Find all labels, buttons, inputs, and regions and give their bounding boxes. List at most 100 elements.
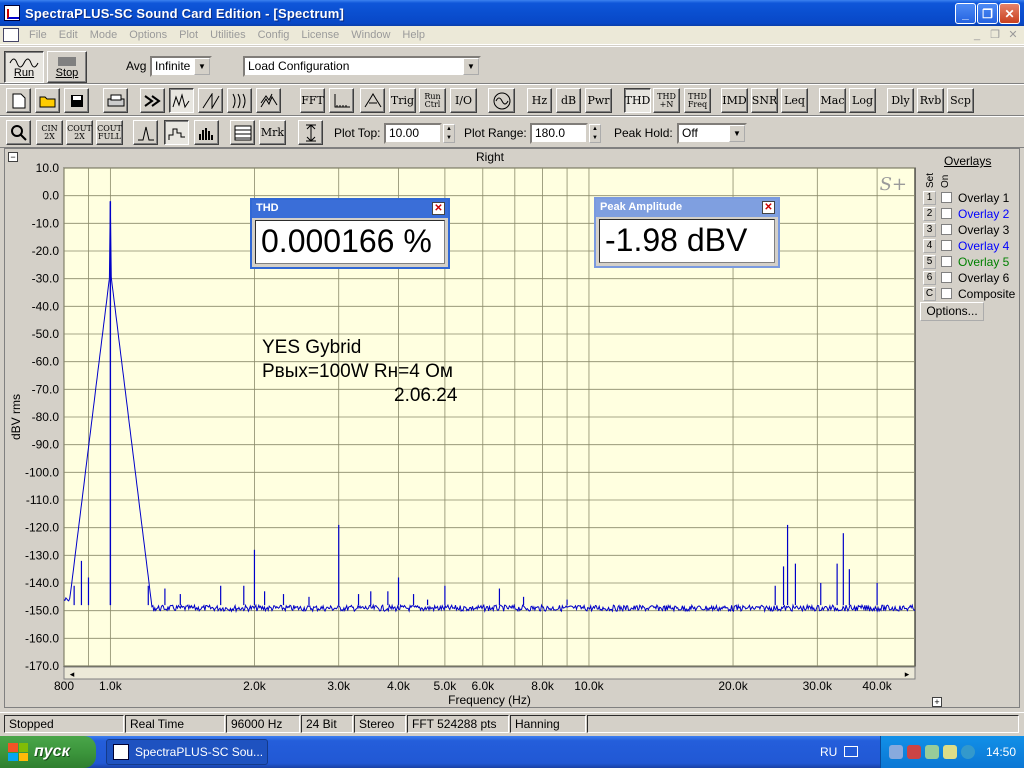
- menu-mode[interactable]: Mode: [84, 29, 124, 41]
- run-ctrl-button[interactable]: Run Ctrl: [419, 88, 446, 113]
- spectrum-chart[interactable]: 10.0 0.0 -10.0 -20.0 -30.0 -40.0 -50.0 -60.0 -70…: [0, 160, 1024, 712]
- log-button[interactable]: Log: [849, 88, 876, 113]
- new-button[interactable]: [6, 88, 31, 113]
- menu-file[interactable]: File: [23, 29, 53, 41]
- overlay-set-button[interactable]: 3: [923, 222, 936, 237]
- zoom-out-button[interactable]: COUT 2X: [66, 120, 93, 145]
- peak-amplitude-window[interactable]: Peak Amplitude ✕ -1.98 dBV: [594, 197, 780, 268]
- thd-window-title-bar[interactable]: THD ✕: [252, 200, 448, 218]
- thd-window[interactable]: THD ✕ 0.000166 %: [250, 198, 450, 269]
- fft-button[interactable]: FFT: [300, 88, 325, 113]
- scale-button[interactable]: [329, 88, 354, 113]
- overlay-set-button[interactable]: 1: [923, 190, 936, 205]
- line-plot-button[interactable]: [133, 120, 158, 145]
- leq-button[interactable]: Leq: [781, 88, 808, 113]
- zoom-button[interactable]: [6, 120, 31, 145]
- overlay-set-button[interactable]: 2: [923, 206, 936, 221]
- run-button[interactable]: Run: [4, 51, 44, 83]
- rvb-button[interactable]: Rvb: [917, 88, 944, 113]
- thd-freq-button[interactable]: THD Freq: [684, 88, 711, 113]
- avg-select[interactable]: Infinite ▼: [150, 56, 212, 77]
- open-button[interactable]: [35, 88, 60, 113]
- security-icon[interactable]: [907, 745, 921, 759]
- db-button[interactable]: dB: [556, 88, 581, 113]
- language-indicator[interactable]: RU: [820, 745, 837, 759]
- menu-plot[interactable]: Plot: [173, 29, 204, 41]
- bar-plot-button[interactable]: [194, 120, 219, 145]
- document-icon[interactable]: [3, 28, 19, 42]
- time-view-button[interactable]: [198, 88, 223, 113]
- overlay-set-button[interactable]: 4: [923, 238, 936, 253]
- network-icon[interactable]: [889, 745, 903, 759]
- trig-button[interactable]: Trig: [389, 88, 416, 113]
- phase-view-button[interactable]: [227, 88, 252, 113]
- stop-button[interactable]: Stop: [47, 51, 87, 83]
- dly-button[interactable]: Dly: [887, 88, 914, 113]
- keyboard-icon[interactable]: [844, 746, 858, 757]
- 3d-view-button[interactable]: [256, 88, 281, 113]
- annotation-line-3: 2.06.24: [394, 385, 458, 406]
- plot-range-spinner[interactable]: ▲ ▼: [589, 124, 601, 143]
- io-button[interactable]: I/O: [450, 88, 477, 113]
- scp-button[interactable]: Scp: [947, 88, 974, 113]
- overlay-set-button[interactable]: 6: [923, 270, 936, 285]
- overlay-options-button[interactable]: Options...: [920, 302, 984, 321]
- mdi-close-icon[interactable]: ✕: [1006, 28, 1020, 42]
- imd-button[interactable]: IMD: [721, 88, 748, 113]
- marker-button[interactable]: Mrk: [259, 120, 286, 145]
- overlay-set-button[interactable]: C: [923, 286, 936, 301]
- pwr-button[interactable]: Pwr: [585, 88, 612, 113]
- overlay-set-button[interactable]: 5: [923, 254, 936, 269]
- zoom-full-button[interactable]: COUT FULL: [96, 120, 123, 145]
- spectrum-icon: [172, 92, 189, 108]
- autoscale-button[interactable]: [298, 120, 323, 145]
- antivirus-icon[interactable]: [925, 745, 939, 759]
- overlay-checkbox[interactable]: [941, 256, 952, 267]
- config-select[interactable]: Load Configuration ▼: [243, 56, 481, 77]
- peak-hold-select[interactable]: Off ▼: [677, 123, 747, 144]
- menu-options[interactable]: Options: [123, 29, 173, 41]
- overlay-checkbox[interactable]: [941, 192, 952, 203]
- spectrum-mode-button[interactable]: [140, 88, 165, 113]
- step-plot-button[interactable]: [164, 120, 189, 145]
- overlay-checkbox[interactable]: [941, 224, 952, 235]
- overlay-checkbox[interactable]: [941, 288, 952, 299]
- thd-button[interactable]: THD: [624, 88, 651, 113]
- mdi-restore-icon[interactable]: ❐: [988, 28, 1002, 42]
- menu-help[interactable]: Help: [396, 29, 431, 41]
- close-icon[interactable]: ✕: [762, 201, 775, 214]
- spectrum-view-button[interactable]: [169, 88, 194, 113]
- menu-license[interactable]: License: [295, 29, 345, 41]
- restore-button[interactable]: ❐: [977, 3, 998, 24]
- peak-window-title-bar[interactable]: Peak Amplitude ✕: [596, 199, 778, 217]
- menu-config[interactable]: Config: [252, 29, 296, 41]
- plot-range-input[interactable]: 180.0: [530, 123, 588, 144]
- plot-top-spinner[interactable]: ▲ ▼: [443, 124, 455, 143]
- overlay-checkbox[interactable]: [941, 208, 952, 219]
- mdi-minimize-icon[interactable]: _: [970, 28, 984, 42]
- plot-top-input[interactable]: 10.00: [384, 123, 442, 144]
- taskbar-app-button[interactable]: SpectraPLUS-SC Sou...: [106, 739, 268, 765]
- close-icon[interactable]: ✕: [432, 202, 445, 215]
- mac-button[interactable]: Mac: [819, 88, 846, 113]
- signal-generator-button[interactable]: [488, 88, 515, 113]
- minimize-button[interactable]: _: [955, 3, 976, 24]
- start-button[interactable]: пуск: [0, 736, 96, 768]
- menu-window[interactable]: Window: [345, 29, 396, 41]
- save-button[interactable]: [64, 88, 89, 113]
- hz-button[interactable]: Hz: [527, 88, 552, 113]
- snr-button[interactable]: SNR: [751, 88, 778, 113]
- close-button[interactable]: ✕: [999, 3, 1020, 24]
- zoom-in-button[interactable]: CIN 2X: [36, 120, 63, 145]
- data-window-button[interactable]: [230, 120, 255, 145]
- thdn-button[interactable]: THD +N: [653, 88, 680, 113]
- overlay-checkbox[interactable]: [941, 272, 952, 283]
- weighting-button[interactable]: [360, 88, 385, 113]
- expand-icon[interactable]: +: [932, 697, 942, 707]
- print-button[interactable]: [103, 88, 128, 113]
- menu-edit[interactable]: Edit: [53, 29, 84, 41]
- update-icon[interactable]: [961, 745, 975, 759]
- menu-utilities[interactable]: Utilities: [204, 29, 251, 41]
- overlay-checkbox[interactable]: [941, 240, 952, 251]
- volume-icon[interactable]: [943, 745, 957, 759]
